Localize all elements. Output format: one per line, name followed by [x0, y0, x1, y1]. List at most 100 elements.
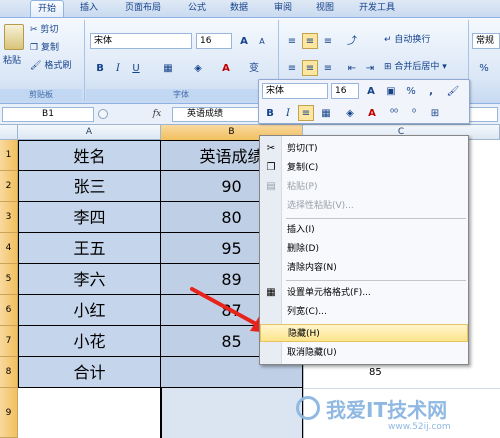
- font-group-label: 字体: [86, 89, 276, 101]
- cell-a9[interactable]: [18, 388, 161, 438]
- border-icon[interactable]: ▦: [160, 60, 176, 76]
- expand-circle-icon[interactable]: [98, 109, 108, 119]
- font-size-box[interactable]: 16: [196, 33, 232, 49]
- paste-icon[interactable]: [4, 24, 24, 50]
- grow-font-button[interactable]: A: [236, 33, 252, 49]
- menu-item-format-cells[interactable]: ▦ 设置单元格格式(F)...: [260, 284, 468, 302]
- row-header-3[interactable]: 3: [0, 202, 18, 233]
- mini-format-painter-icon[interactable]: 🖌: [445, 83, 461, 99]
- cell-a3[interactable]: 李四: [18, 202, 161, 233]
- mini-fill-color-icon[interactable]: ◈: [342, 105, 358, 121]
- cell-a1[interactable]: 姓名: [18, 140, 161, 171]
- copy-button[interactable]: ❐ 复制: [30, 40, 59, 58]
- select-all-corner[interactable]: [0, 125, 18, 140]
- mini-grow-font-button[interactable]: A: [363, 83, 379, 99]
- underline-button[interactable]: U: [128, 60, 144, 76]
- mini-comma-button[interactable]: ,: [423, 83, 439, 99]
- menu-item-copy[interactable]: ❐ 复制(C): [260, 159, 468, 177]
- menu-item-cut[interactable]: ✂ 剪切(T): [260, 140, 468, 158]
- mini-center-icon[interactable]: ≡: [298, 105, 314, 121]
- wrap-text-button[interactable]: ↵ 自动换行: [384, 32, 430, 50]
- tab-page-layout[interactable]: 页面布局: [118, 0, 168, 17]
- font-name-box[interactable]: 宋体: [90, 33, 192, 49]
- orientation-icon[interactable]: ⤴: [344, 33, 360, 49]
- menu-item-insert[interactable]: 插入(I): [260, 221, 468, 239]
- office-button-edge[interactable]: [0, 0, 26, 17]
- mini-border-icon[interactable]: ▦: [318, 105, 334, 121]
- mini-decimal-remove-icon[interactable]: ⁰: [406, 105, 422, 121]
- menu-item-hide[interactable]: 隐藏(H): [260, 324, 468, 342]
- mini-currency-icon[interactable]: ▣: [383, 83, 399, 99]
- align-middle-icon[interactable]: ≡: [302, 33, 318, 49]
- menu-item-delete[interactable]: 删除(D): [260, 240, 468, 258]
- tab-insert[interactable]: 插入: [74, 0, 104, 17]
- align-top-icon[interactable]: ≡: [284, 33, 300, 49]
- row-header-5[interactable]: 5: [0, 264, 18, 295]
- format-painter-button[interactable]: 🖌 格式刷: [30, 58, 71, 76]
- row-header-2[interactable]: 2: [0, 171, 18, 202]
- menu-item-clear[interactable]: 清除内容(N): [260, 259, 468, 277]
- mini-decimal-icon[interactable]: ⁰⁰: [386, 105, 402, 121]
- merge-label: 合并后居中: [394, 62, 440, 72]
- wrap-icon: ↵: [384, 35, 392, 45]
- mini-font-box[interactable]: 宋体: [262, 83, 328, 99]
- menu-label: 设置单元格格式(F)...: [287, 288, 371, 298]
- merge-center-button[interactable]: ⊞ 合并后居中 ▾: [384, 59, 447, 77]
- column-header-a[interactable]: A: [18, 125, 161, 140]
- cell-a2[interactable]: 张三: [18, 171, 161, 202]
- percent-button[interactable]: %: [476, 60, 492, 76]
- menu-item-paste-special[interactable]: 选择性粘贴(V)...: [260, 197, 468, 215]
- cell-a7[interactable]: 小花: [18, 326, 161, 357]
- row-header-7[interactable]: 7: [0, 326, 18, 357]
- cell-a4[interactable]: 王五: [18, 233, 161, 264]
- cell-a5[interactable]: 李六: [18, 264, 161, 295]
- shrink-font-button[interactable]: A: [254, 33, 270, 49]
- menu-item-unhide[interactable]: 取消隐藏(U): [260, 344, 468, 362]
- align-left-icon[interactable]: ≡: [284, 60, 300, 76]
- mini-percent-button[interactable]: %: [403, 83, 419, 99]
- tab-formulas[interactable]: 公式: [182, 0, 212, 17]
- decrease-indent-icon[interactable]: ⇤: [344, 60, 360, 76]
- menu-label: 取消隐藏(U): [287, 348, 337, 358]
- align-right-icon[interactable]: ≡: [320, 60, 336, 76]
- name-box[interactable]: B1: [2, 107, 94, 122]
- menu-label: 选择性粘贴(V)...: [287, 201, 354, 211]
- row-header-8[interactable]: 8: [0, 357, 18, 388]
- align-bottom-icon[interactable]: ≡: [320, 33, 336, 49]
- menu-separator: [286, 218, 466, 219]
- tab-review[interactable]: 审阅: [268, 0, 298, 17]
- menu-item-paste[interactable]: ▤ 粘贴(P): [260, 178, 468, 196]
- tab-view[interactable]: 视图: [310, 0, 340, 17]
- fill-color-icon[interactable]: ◈: [190, 60, 206, 76]
- italic-button[interactable]: I: [110, 60, 126, 76]
- cell-b9[interactable]: [161, 388, 303, 438]
- cut-button[interactable]: ✂ 剪切: [30, 22, 58, 40]
- mini-merge-icon[interactable]: ⊞: [427, 105, 443, 121]
- paste-button[interactable]: 粘贴: [3, 53, 21, 71]
- row-header-4[interactable]: 4: [0, 233, 18, 264]
- align-center-icon[interactable]: ≡: [302, 60, 318, 76]
- tab-developer[interactable]: 开发工具: [352, 0, 402, 17]
- row-header-9[interactable]: 9: [0, 388, 18, 438]
- menu-label: 剪切(T): [287, 144, 318, 154]
- mini-size-box[interactable]: 16: [331, 83, 359, 99]
- fx-icon[interactable]: fx: [144, 107, 170, 122]
- row-header-6[interactable]: 6: [0, 295, 18, 326]
- watermark-brand: 我爱IT技术网: [326, 398, 448, 422]
- mini-bold-button[interactable]: B: [262, 105, 278, 121]
- row-header-1[interactable]: 1: [0, 140, 18, 171]
- cell-a6[interactable]: 小红: [18, 295, 161, 326]
- cell-a8[interactable]: 合计: [18, 357, 161, 388]
- bold-button[interactable]: B: [92, 60, 108, 76]
- number-format-box[interactable]: 常规: [472, 33, 500, 49]
- clipboard-group-label: 剪贴板: [0, 89, 82, 101]
- increase-indent-icon[interactable]: ⇥: [362, 60, 378, 76]
- font-color-button[interactable]: A: [218, 60, 234, 76]
- tab-home[interactable]: 开始: [30, 0, 64, 17]
- mini-italic-button[interactable]: I: [280, 105, 296, 121]
- tab-data[interactable]: 数据: [224, 0, 254, 17]
- copy-icon: ❐: [266, 162, 276, 173]
- pinyin-button[interactable]: 变: [246, 60, 262, 76]
- menu-item-column-width[interactable]: 列宽(C)...: [260, 303, 468, 321]
- mini-font-color-button[interactable]: A: [364, 105, 380, 121]
